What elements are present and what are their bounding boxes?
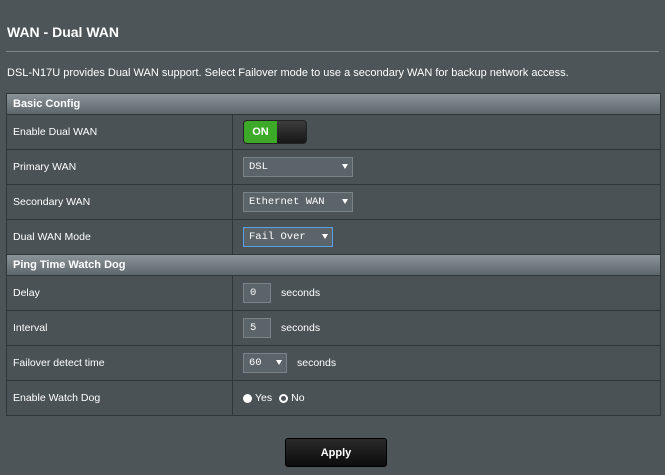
basic-config-heading: Basic Config: [7, 94, 660, 115]
primary-wan-label: Primary WAN: [7, 150, 233, 184]
interval-input[interactable]: 5: [243, 318, 271, 338]
enable-watch-dog-label: Enable Watch Dog: [7, 381, 233, 415]
delay-label: Delay: [7, 276, 233, 310]
chevron-down-icon: [322, 234, 328, 239]
watch-dog-heading: Ping Time Watch Dog: [7, 255, 660, 276]
dual-wan-mode-label: Dual WAN Mode: [7, 220, 233, 254]
enable-dual-wan-label: Enable Dual WAN: [7, 115, 233, 149]
action-bar: Apply: [0, 432, 665, 475]
page-header: WAN - Dual WAN: [0, 0, 665, 56]
primary-wan-select[interactable]: DSL: [243, 157, 353, 177]
page-description: DSL-N17U provides Dual WAN support. Sele…: [7, 67, 569, 79]
secondary-wan-value: Ethernet WAN: [249, 196, 325, 208]
failover-detect-value: 60: [249, 357, 262, 369]
interval-unit: seconds: [281, 322, 321, 334]
title-divider: [6, 51, 659, 52]
enable-dual-wan-row: Enable Dual WAN ON: [7, 115, 660, 150]
failover-detect-select[interactable]: 60: [243, 353, 287, 373]
dual-wan-mode-row: Dual WAN Mode Fail Over: [7, 220, 660, 255]
toggle-on-label: ON: [244, 121, 277, 143]
settings-table: Basic Config Enable Dual WAN ON Primary …: [6, 93, 661, 416]
dual-wan-mode-select[interactable]: Fail Over: [243, 227, 333, 247]
page-title: WAN - Dual WAN: [7, 24, 119, 40]
watch-dog-no-option[interactable]: No: [279, 392, 305, 404]
primary-wan-row: Primary WAN DSL: [7, 150, 660, 185]
delay-unit: seconds: [281, 287, 321, 299]
apply-button[interactable]: Apply: [285, 438, 387, 467]
secondary-wan-select[interactable]: Ethernet WAN: [243, 192, 353, 212]
failover-detect-label: Failover detect time: [7, 346, 233, 380]
enable-watch-dog-row: Enable Watch Dog Yes No: [7, 381, 660, 415]
delay-row: Delay 0 seconds: [7, 276, 660, 311]
failover-detect-unit: seconds: [297, 357, 337, 369]
radio-selected-icon[interactable]: [243, 393, 252, 403]
secondary-wan-label: Secondary WAN: [7, 185, 233, 219]
chevron-down-icon: [342, 164, 348, 169]
radio-unselected-icon[interactable]: [279, 393, 289, 403]
watch-dog-no-label: No: [291, 392, 305, 404]
primary-wan-value: DSL: [249, 161, 268, 173]
toggle-knob: [277, 121, 306, 143]
chevron-down-icon: [342, 199, 348, 204]
watch-dog-yes-label: Yes: [255, 392, 273, 404]
interval-label: Interval: [7, 311, 233, 345]
secondary-wan-row: Secondary WAN Ethernet WAN: [7, 185, 660, 220]
interval-row: Interval 5 seconds: [7, 311, 660, 346]
dual-wan-mode-value: Fail Over: [249, 231, 306, 243]
watch-dog-yes-option[interactable]: Yes: [243, 392, 272, 404]
delay-input[interactable]: 0: [243, 283, 271, 303]
dual-wan-toggle[interactable]: ON: [243, 120, 307, 144]
chevron-down-icon: [276, 360, 282, 365]
failover-detect-row: Failover detect time 60 seconds: [7, 346, 660, 381]
